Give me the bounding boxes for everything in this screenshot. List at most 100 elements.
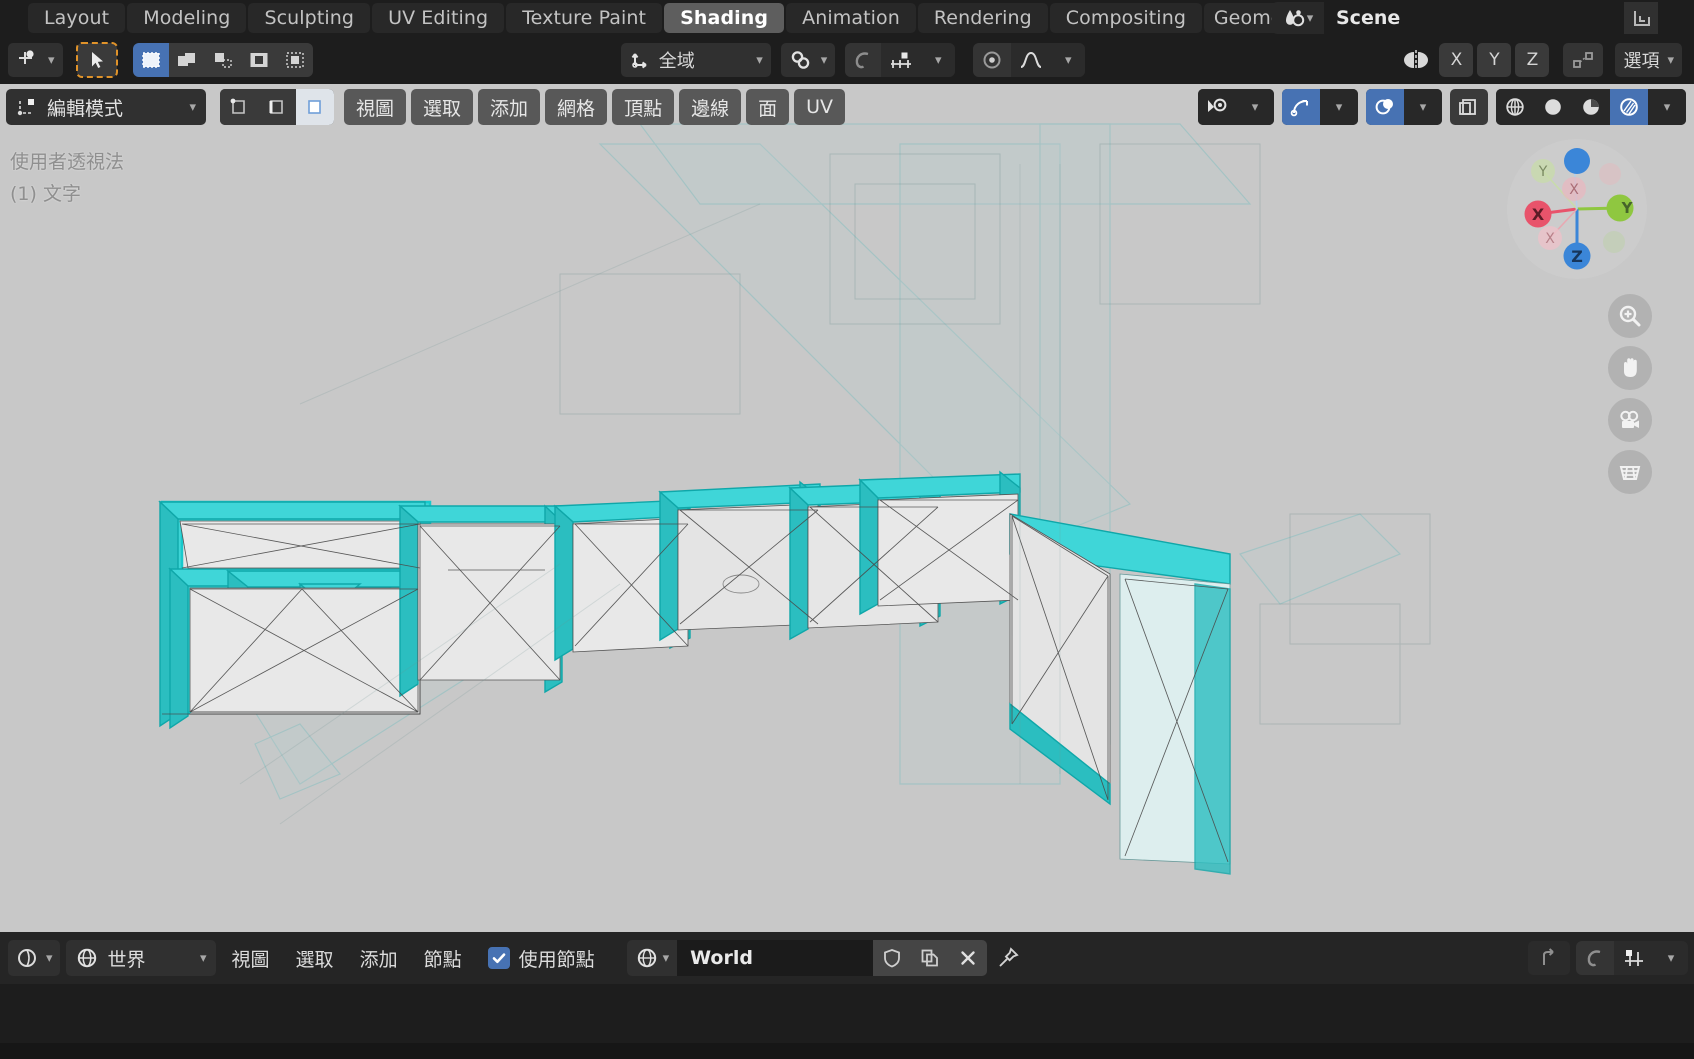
interaction-mode-dropdown[interactable]: 編輯模式 ▾ (6, 89, 206, 125)
select-intersect-icon[interactable] (276, 43, 313, 77)
ortho-perspective-grid-icon[interactable] (1608, 450, 1652, 494)
world-name-field[interactable]: World (677, 940, 874, 976)
mirror-icon[interactable] (1393, 43, 1439, 77)
mirror-axis-y-button[interactable]: Y (1477, 43, 1512, 77)
tab-label: Shading (680, 7, 769, 29)
snap-magnet-icon[interactable] (1576, 941, 1614, 975)
mirror-axis-x-button[interactable]: X (1439, 43, 1474, 77)
chevron-down-icon[interactable]: ▾ (1654, 941, 1688, 975)
camera-view-icon[interactable] (1608, 398, 1652, 442)
navigation-gizmo[interactable]: Y X X X Y Z (1502, 134, 1652, 284)
pin-icon[interactable] (987, 940, 1029, 976)
viewport-menu-edge[interactable]: 邊線 (679, 89, 742, 125)
workspace-tab-animation[interactable]: Animation (786, 3, 916, 33)
shading-material-icon[interactable] (1572, 89, 1610, 125)
snap-target-icon[interactable] (1614, 941, 1654, 975)
mirror-axis-group: X Y Z (1439, 43, 1550, 77)
snap-magnet-icon (791, 51, 809, 69)
workspace-tab-uv-editing[interactable]: UV Editing (372, 3, 505, 33)
face-select-icon[interactable] (296, 89, 334, 125)
shader-editor-type-selector[interactable]: ▾ (8, 940, 60, 976)
view-layer-icon[interactable] (1624, 2, 1658, 34)
chevron-down-icon[interactable]: ▾ (1648, 89, 1686, 125)
edge-select-icon[interactable] (258, 89, 296, 125)
shading-solid-icon[interactable] (1534, 89, 1572, 125)
select-invert-icon[interactable] (240, 43, 277, 77)
viewport-3d-scene (158, 123, 1431, 875)
menu-label: 視圖 (231, 948, 270, 971)
use-nodes-checkbox-row[interactable]: 使用節點 (487, 945, 595, 972)
shader-menu-view[interactable]: 視圖 (222, 945, 280, 972)
datablock-browse-button[interactable]: ▾ (626, 940, 678, 976)
menu-label: UV (806, 96, 834, 118)
viewport-menu-mesh[interactable]: 網格 (545, 89, 608, 125)
tool-tweak-select-button[interactable] (75, 42, 118, 78)
scene-name-field[interactable]: Scene (1324, 2, 1624, 34)
gizmo-icon[interactable] (1282, 89, 1320, 125)
topology-mirror-icon[interactable] (1563, 43, 1604, 77)
unlink-x-icon[interactable] (949, 940, 988, 976)
options-dropdown[interactable]: 選項 ▾ (1615, 43, 1682, 77)
editor-type-3dview-icon (19, 50, 34, 64)
zoom-icon[interactable] (1608, 294, 1652, 338)
select-extend-icon[interactable] (168, 43, 205, 77)
shader-type-dropdown[interactable]: 世界 ▾ (65, 940, 216, 976)
go-to-parent-icon[interactable] (1528, 941, 1570, 975)
menu-label: 節點 (423, 948, 462, 971)
chevron-down-icon[interactable]: ▾ (1236, 89, 1274, 125)
viewport-menu-uv[interactable]: UV (794, 89, 846, 125)
select-subtract-icon[interactable] (204, 43, 241, 77)
3d-viewport[interactable]: 編輯模式 ▾ 視圖 選取 添加 網格 頂點 邊線 面 UV ▾ ▾ ▾ ▾ 使用… (0, 84, 1694, 932)
overlays-icon[interactable] (1366, 89, 1404, 125)
workspace-tab-texture-paint[interactable]: Texture Paint (506, 3, 663, 33)
workspace-tab-compositing[interactable]: Compositing (1049, 3, 1202, 33)
chevron-down-icon: ▾ (820, 52, 828, 68)
vertex-select-icon[interactable] (220, 89, 258, 125)
workspace-tab-shading[interactable]: Shading (664, 3, 785, 33)
chevron-down-icon[interactable]: ▾ (1320, 89, 1358, 125)
scene-data-icon[interactable]: ▾ (1272, 2, 1324, 34)
new-copy-icon[interactable] (911, 940, 950, 976)
tab-label: Compositing (1065, 7, 1186, 29)
scene-selector[interactable]: ▾ Scene (1272, 2, 1658, 34)
snap-dropdown[interactable]: ▾ (780, 43, 836, 77)
fake-user-shield-icon[interactable] (873, 940, 912, 976)
shading-wireframe-icon[interactable] (1496, 89, 1534, 125)
viewport-menu-vertex[interactable]: 頂點 (612, 89, 675, 125)
viewport-menu-select[interactable]: 選取 (411, 89, 474, 125)
viewport-menu-add[interactable]: 添加 (478, 89, 541, 125)
editor-type-selector[interactable]: ▾ (8, 43, 63, 77)
chevron-down-icon[interactable]: ▾ (921, 43, 956, 77)
shader-menu-add[interactable]: 添加 (350, 945, 408, 972)
workspace-tab-rendering[interactable]: Rendering (917, 3, 1048, 33)
visibility-eye-icon[interactable] (1198, 89, 1236, 125)
chevron-down-icon[interactable]: ▾ (1051, 43, 1086, 77)
proportional-edit-icon[interactable] (845, 43, 882, 77)
menu-label: 添加 (490, 97, 529, 120)
xray-toggle-icon[interactable] (1450, 89, 1488, 125)
viewport-menu-face[interactable]: 面 (746, 89, 790, 125)
editor-type-shader-icon (18, 949, 36, 967)
shader-menu-node[interactable]: 節點 (414, 945, 472, 972)
status-bar (0, 1043, 1694, 1059)
proportional-falloff-icon[interactable] (881, 43, 922, 77)
shader-menu-select[interactable]: 選取 (286, 945, 344, 972)
workspace-tab-modeling[interactable]: Modeling (127, 3, 247, 33)
shading-rendered-icon[interactable] (1610, 89, 1648, 125)
mirror-axis-z-button[interactable]: Z (1515, 43, 1550, 77)
hand-pan-icon[interactable] (1608, 346, 1652, 390)
snap-target-center-icon[interactable] (973, 43, 1012, 77)
visibility-selectability-group: ▾ (1198, 89, 1274, 125)
workspace-tab-layout[interactable]: Layout (28, 3, 126, 33)
viewport-menu-view[interactable]: 視圖 (344, 89, 407, 125)
tool-header: ▾ 全域 ▾ ▾ ▾ ▾ X Y Z 選項 ▾ (0, 36, 1694, 84)
select-set-icon[interactable] (132, 43, 169, 77)
chevron-down-icon[interactable]: ▾ (1404, 89, 1442, 125)
world-datablock-selector: ▾ World (626, 940, 1030, 976)
smooth-falloff-curve-icon[interactable] (1011, 43, 1052, 77)
transform-orientation-dropdown[interactable]: 全域 ▾ (620, 43, 771, 77)
checkbox-checked-icon[interactable] (487, 947, 510, 969)
shader-editor-header: ▾ 世界 ▾ 視圖 選取 添加 節點 使用節點 ▾ World ▾ (0, 932, 1694, 984)
workspace-tab-sculpting[interactable]: Sculpting (248, 3, 371, 33)
viewport-info-text: 使用者透視法 (1) 文字 (10, 146, 124, 210)
